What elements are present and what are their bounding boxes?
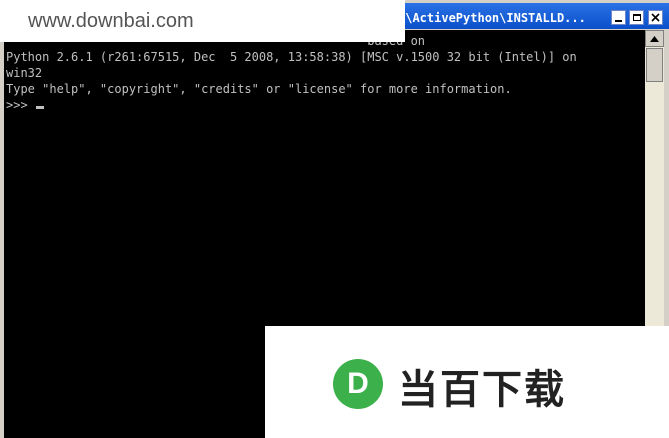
- text-cursor: [35, 106, 44, 109]
- scroll-up-button[interactable]: [645, 30, 664, 47]
- brand-logo-letter: D: [347, 367, 369, 400]
- prompt-line: >>>: [6, 97, 577, 113]
- close-button[interactable]: [648, 10, 663, 25]
- minimize-icon: [615, 20, 622, 22]
- window-title: s\ActivePython\INSTALLD...: [398, 11, 586, 25]
- scroll-up-arrow-icon: [650, 35, 659, 42]
- console-line: win32: [6, 66, 43, 80]
- python-prompt: >>>: [6, 98, 28, 112]
- scrollbar-thumb[interactable]: [646, 48, 663, 82]
- console-text: based onPython 2.6.1 (r261:67515, Dec 5 …: [6, 33, 577, 113]
- minimize-button[interactable]: [611, 10, 626, 25]
- brand-name: 当百下载: [398, 367, 566, 413]
- console-line: Type "help", "copyright", "credits" or "…: [6, 82, 512, 96]
- maximize-icon: [632, 14, 641, 21]
- console-line: Python 2.6.1 (r261:67515, Dec 5 2008, 13…: [6, 50, 577, 64]
- watermark-brand-banner: D 当百下载: [265, 326, 669, 438]
- maximize-button[interactable]: [629, 10, 644, 25]
- watermark-site-banner: www.downbai.com: [0, 0, 405, 42]
- watermark-site-url: www.downbai.com: [28, 10, 194, 32]
- brand-logo-icon: D: [333, 359, 383, 409]
- close-icon: [651, 13, 660, 22]
